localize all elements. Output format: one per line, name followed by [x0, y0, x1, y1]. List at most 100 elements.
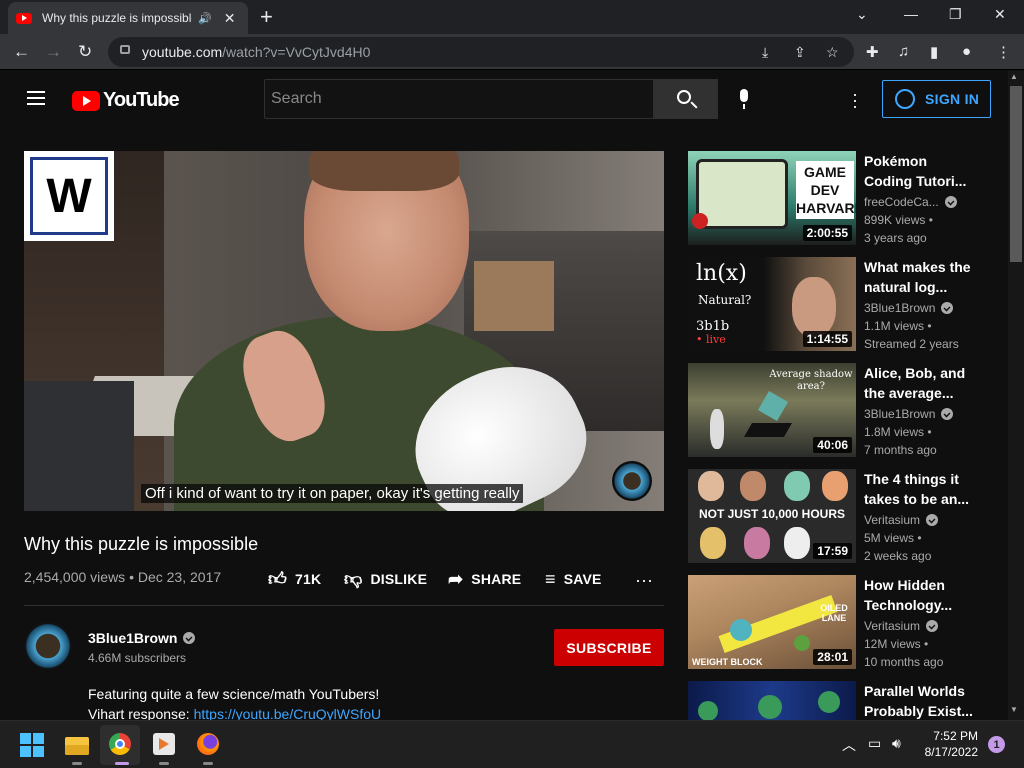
address-bar[interactable]: youtube.com/watch?v=VvCytJvd4H0 ⤓ ⇪ ☆	[108, 37, 854, 67]
thumbnail-text: OILED LANE	[820, 603, 848, 623]
browser-toolbar: ← → ↻ youtube.com/watch?v=VvCytJvd4H0 ⤓ …	[0, 34, 1024, 70]
url-text[interactable]: youtube.com/watch?v=VvCytJvd4H0	[142, 44, 370, 60]
youtube-play-icon	[72, 90, 100, 111]
video-thumbnail[interactable]: OILED LANE WEIGHT BLOCK 28:01	[688, 575, 856, 669]
video-age: Streamed 2 years	[864, 337, 959, 351]
new-tab-icon[interactable]: +	[260, 4, 273, 30]
video-views: 5M views •	[864, 531, 922, 545]
thumbnail-text: GAME DEV HARVARD	[796, 161, 856, 219]
video-channel[interactable]: 3Blue1Brown	[864, 301, 954, 315]
more-actions-icon[interactable]: ···	[635, 570, 653, 591]
bookmark-star-icon[interactable]: ☆	[826, 44, 839, 61]
close-window-icon[interactable]: ✕	[994, 6, 1006, 23]
video-title-link[interactable]: How Hidden Technology...	[864, 575, 974, 615]
dislike-button[interactable]: 👎︎ DISLIKE	[344, 568, 427, 590]
recommended-video[interactable]: Average shadow area? 40:06 Alice, Bob, a…	[688, 363, 978, 457]
channel-avatar[interactable]	[24, 622, 72, 670]
hamburger-menu-icon[interactable]	[27, 91, 45, 105]
reload-icon[interactable]: ↻	[78, 42, 92, 62]
search-input[interactable]	[265, 80, 653, 118]
verified-badge-icon	[926, 514, 939, 526]
thumbs-down-icon: 👎︎	[344, 569, 363, 589]
scroll-up-arrow-icon[interactable]: ▲	[1010, 72, 1018, 81]
forward-icon[interactable]: →	[45, 42, 62, 62]
youtube-logo[interactable]: YouTube	[72, 89, 180, 112]
account-icon	[895, 89, 915, 109]
video-duration: 1:14:55	[802, 331, 852, 347]
browser-tab[interactable]: Why this puzzle is impossible 🔊 ✕	[8, 2, 248, 34]
video-title-link[interactable]: The 4 things it takes to be an...	[864, 469, 974, 509]
share-button[interactable]: ➦ SHARE	[448, 568, 521, 590]
profile-icon[interactable]: ●	[962, 43, 971, 60]
video-views: 1.1M views •	[864, 319, 932, 333]
search-box[interactable]	[264, 79, 654, 119]
sign-in-button[interactable]: SIGN IN	[882, 80, 991, 118]
media-player-icon[interactable]	[153, 733, 175, 755]
network-icon[interactable]: ▭	[868, 735, 881, 752]
file-explorer-icon[interactable]	[65, 733, 89, 757]
show-hidden-icons-chevron-icon[interactable]: ︿	[842, 735, 856, 755]
video-title-link[interactable]: Pokémon Coding Tutori...	[864, 151, 974, 191]
search-button[interactable]	[654, 79, 718, 119]
extensions-icon[interactable]: ✚	[866, 43, 879, 61]
video-thumbnail[interactable]: NOT JUST 10,000 HOURS 17:59	[688, 469, 856, 563]
chrome-icon[interactable]	[109, 733, 131, 755]
recommended-video[interactable]: NOT JUST 10,000 HOURS 17:59 The 4 things…	[688, 469, 978, 563]
video-thumbnail[interactable]: ln(x) Natural? 3b1b • live 1:14:55	[688, 257, 856, 351]
youtube-wordmark: YouTube	[103, 89, 180, 111]
youtube-header: YouTube ··· SIGN IN	[0, 71, 1008, 127]
video-channel[interactable]: Veritasium	[864, 513, 939, 527]
playlist-add-icon: ≡	[545, 568, 556, 589]
video-title-link[interactable]: Parallel Worlds Probably Exist...	[864, 681, 974, 720]
like-count: 71K	[295, 571, 322, 587]
video-thumbnail[interactable]	[688, 681, 856, 720]
video-thumbnail[interactable]: GAME DEV HARVARD 2:00:55	[688, 151, 856, 245]
scroll-down-arrow-icon[interactable]: ▼	[1010, 705, 1018, 714]
video-views-date: 2,454,000 views • Dec 23, 2017	[24, 569, 222, 585]
channel-name[interactable]: 3Blue1Brown	[88, 630, 177, 646]
clock-date: 8/17/2022	[924, 745, 978, 759]
browser-menu-icon[interactable]: ⋮	[996, 43, 1011, 61]
video-duration: 2:00:55	[802, 225, 852, 241]
media-control-icon[interactable]: ♫	[898, 43, 909, 60]
notification-badge[interactable]: 1	[988, 736, 1005, 753]
video-title-link[interactable]: What makes the natural log...	[864, 257, 974, 297]
firefox-icon[interactable]	[197, 733, 219, 755]
video-player[interactable]: W Off i kind of want to try it on paper,…	[24, 151, 664, 511]
share-page-icon[interactable]: ⇪	[794, 44, 806, 61]
recommended-video[interactable]: GAME DEV HARVARD 2:00:55 Pokémon Coding …	[688, 151, 978, 245]
voice-search-mic-icon[interactable]	[738, 89, 750, 109]
description-line: Featuring quite a few science/math YouTu…	[88, 686, 380, 702]
video-channel[interactable]: Veritasium	[864, 619, 939, 633]
speaker-icon[interactable]: 🔊	[198, 12, 212, 25]
recommended-video[interactable]: ln(x) Natural? 3b1b • live 1:14:55 What …	[688, 257, 978, 351]
volume-icon[interactable]: 🔊︎	[892, 735, 901, 752]
video-channel[interactable]: freeCodeCa...	[864, 195, 957, 209]
save-button[interactable]: ≡ SAVE	[545, 568, 602, 590]
recommended-video[interactable]: Parallel Worlds Probably Exist...	[688, 681, 978, 720]
recommended-video[interactable]: OILED LANE WEIGHT BLOCK 28:01 How Hidden…	[688, 575, 978, 669]
close-tab-icon[interactable]: ✕	[224, 10, 236, 27]
restore-icon[interactable]: ❐	[949, 6, 962, 23]
video-thumbnail[interactable]: Average shadow area? 40:06	[688, 363, 856, 457]
video-channel[interactable]: 3Blue1Brown	[864, 407, 954, 421]
thumbs-up-icon: 👍︎	[268, 569, 288, 589]
settings-more-icon[interactable]: · · ·	[852, 85, 858, 115]
tab-search-chevron-icon[interactable]: ⌄	[856, 6, 868, 23]
browser-tab-bar: Why this puzzle is impossible 🔊 ✕ + ⌄ — …	[0, 0, 1024, 34]
install-icon[interactable]: ⤓	[762, 44, 768, 61]
like-button[interactable]: 👍︎ 71K	[268, 568, 321, 590]
minimize-icon[interactable]: —	[904, 6, 918, 22]
taskbar-clock[interactable]: 7:52 PM 8/17/2022	[922, 728, 978, 760]
windows-start-icon[interactable]	[20, 733, 44, 757]
subscribe-button[interactable]: SUBSCRIBE	[554, 629, 664, 666]
side-panel-icon[interactable]: ▮	[930, 43, 938, 61]
back-icon[interactable]: ←	[13, 42, 30, 62]
scrollbar-thumb[interactable]	[1010, 86, 1022, 262]
tab-title: Why this puzzle is impossible	[42, 11, 192, 25]
lock-icon[interactable]	[120, 45, 130, 54]
video-title-link[interactable]: Alice, Bob, and the average...	[864, 363, 974, 403]
divider	[24, 605, 664, 606]
youtube-favicon-icon	[16, 12, 32, 24]
channel-name-link[interactable]: 3Blue1Brown	[88, 630, 196, 646]
